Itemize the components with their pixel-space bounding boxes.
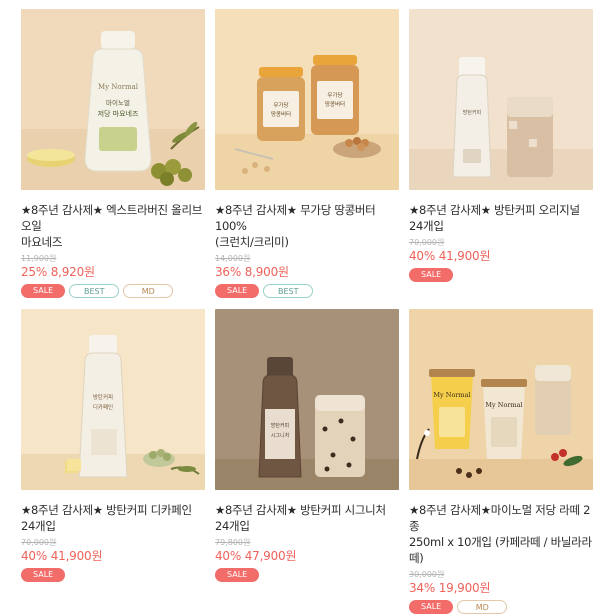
price-line: 40% 41,900원 bbox=[21, 548, 205, 564]
best-badge: BEST bbox=[263, 284, 314, 298]
svg-text:무가당: 무가당 bbox=[327, 91, 342, 99]
discount-rate: 36% bbox=[215, 265, 242, 279]
product-card[interactable]: 방탄커피 시그니처 ★8주년 감사제★ 방탄커피 시그니처 24개입 79,80… bbox=[215, 309, 399, 582]
sale-price: 8,920원 bbox=[50, 265, 95, 279]
svg-text:시그니처: 시그니처 bbox=[271, 432, 289, 439]
product-name[interactable]: ★8주년 감사제★ 엑스트라버진 올리브오일 마요네즈 bbox=[21, 202, 205, 250]
sale-badge: SALE bbox=[409, 600, 454, 614]
sale-badge: SALE bbox=[21, 568, 66, 582]
price-line: 40% 41,900원 bbox=[409, 248, 593, 264]
product-name[interactable]: ★8주년 감사제★ 방탄커피 디카페인 24개입 bbox=[21, 502, 205, 534]
discount-rate: 40% bbox=[215, 549, 242, 563]
svg-text:방탄커피: 방탄커피 bbox=[271, 422, 289, 429]
sale-price: 41,900원 bbox=[50, 549, 103, 563]
md-badge: MD bbox=[457, 600, 508, 614]
sale-price: 41,900원 bbox=[438, 249, 491, 263]
svg-text:방탄커피: 방탄커피 bbox=[93, 393, 113, 401]
sale-badge: SALE bbox=[215, 284, 260, 298]
original-price: 11,900원 bbox=[21, 254, 57, 263]
sale-price: 19,900원 bbox=[438, 581, 491, 595]
product-image[interactable]: 무가당 땅콩버터 무가당 땅콩버터 bbox=[215, 9, 399, 190]
product-name[interactable]: ★8주년 감사제★ 방탄커피 시그니처 24개입 bbox=[215, 502, 399, 534]
sale-badge: SALE bbox=[21, 284, 66, 298]
svg-text:땅콩버터: 땅콩버터 bbox=[271, 110, 291, 118]
product-image[interactable]: 방탄커피 시그니처 bbox=[215, 309, 399, 490]
original-price: 70,000원 bbox=[409, 238, 445, 247]
md-badge: MD bbox=[123, 284, 174, 298]
badge-list: SALE BEST MD bbox=[21, 284, 205, 298]
discount-rate: 25% bbox=[21, 265, 48, 279]
product-card[interactable]: 방탄커피 ★8주년 감사제★ 방탄커피 오리지널 24개입 70,000원 40… bbox=[409, 9, 593, 282]
product-image[interactable]: 방탄커피 bbox=[409, 9, 593, 190]
svg-text:방탄커피: 방탄커피 bbox=[463, 109, 481, 116]
best-badge: BEST bbox=[69, 284, 120, 298]
product-card[interactable]: My Normal My Normal ★8주년 감사제★마이노멀 저당 라떼 … bbox=[409, 309, 593, 614]
discount-rate: 34% bbox=[409, 581, 436, 595]
svg-text:디카페인: 디카페인 bbox=[93, 403, 113, 411]
product-image[interactable]: 방탄커피 디카페인 bbox=[21, 309, 205, 490]
original-price: 70,000원 bbox=[21, 538, 57, 547]
product-name[interactable]: ★8주년 감사제★ 방탄커피 오리지널 24개입 bbox=[409, 202, 593, 234]
price-line: 40% 47,900원 bbox=[215, 548, 399, 564]
original-price: 30,000원 bbox=[409, 570, 445, 579]
badge-list: SALE bbox=[215, 568, 399, 582]
discount-rate: 40% bbox=[21, 549, 48, 563]
sale-price: 47,900원 bbox=[244, 549, 297, 563]
svg-text:땅콩버터: 땅콩버터 bbox=[325, 100, 345, 108]
original-price: 79,800원 bbox=[215, 538, 251, 547]
svg-text:My Normal: My Normal bbox=[485, 401, 522, 409]
badge-list: SALE bbox=[21, 568, 205, 582]
product-card[interactable]: 방탄커피 디카페인 ★8주년 감사제★ 방탄커피 디카페인 24개입 70,00… bbox=[21, 309, 205, 582]
sale-badge: SALE bbox=[215, 568, 260, 582]
discount-rate: 40% bbox=[409, 249, 436, 263]
svg-text:마이노멀: 마이노멀 bbox=[106, 98, 130, 107]
product-image[interactable]: My Normal My Normal bbox=[409, 309, 593, 490]
sale-price: 8,900원 bbox=[244, 265, 289, 279]
product-name[interactable]: ★8주년 감사제★ 무가당 땅콩버터 100% (크런치/크리미) bbox=[215, 202, 399, 250]
product-name[interactable]: ★8주년 감사제★마이노멀 저당 라떼 2종 250ml x 10개입 (카페라… bbox=[409, 502, 593, 566]
svg-text:무가당: 무가당 bbox=[273, 101, 288, 109]
product-card[interactable]: 무가당 땅콩버터 무가당 땅콩버터 ★8주년 감사제★ 무가당 땅콩버터 100… bbox=[215, 9, 399, 298]
badge-list: SALE MD bbox=[409, 600, 593, 614]
price-line: 25% 8,920원 bbox=[21, 264, 205, 280]
price-line: 34% 19,900원 bbox=[409, 580, 593, 596]
svg-text:My Normal: My Normal bbox=[433, 391, 470, 399]
product-grid: My Normal 마이노멀 저당 마요네즈 ★8주년 감사제★ 엑스트라버진 … bbox=[0, 0, 611, 614]
svg-text:저당 마요네즈: 저당 마요네즈 bbox=[98, 109, 139, 118]
original-price: 14,000원 bbox=[215, 254, 251, 263]
badge-list: SALE bbox=[409, 268, 593, 282]
product-card[interactable]: My Normal 마이노멀 저당 마요네즈 ★8주년 감사제★ 엑스트라버진 … bbox=[21, 9, 205, 298]
product-image[interactable]: My Normal 마이노멀 저당 마요네즈 bbox=[21, 9, 205, 190]
price-line: 36% 8,900원 bbox=[215, 264, 399, 280]
svg-text:My Normal: My Normal bbox=[98, 83, 139, 91]
badge-list: SALE BEST bbox=[215, 284, 399, 298]
sale-badge: SALE bbox=[409, 268, 454, 282]
